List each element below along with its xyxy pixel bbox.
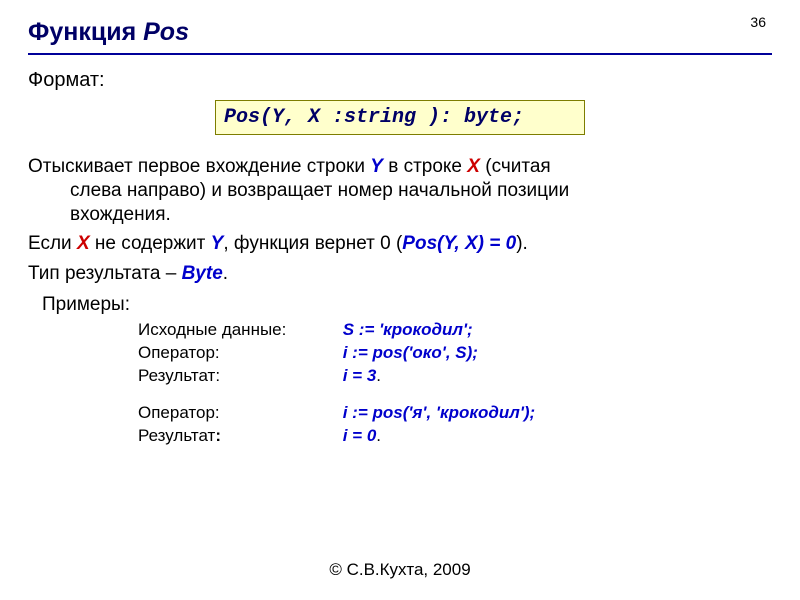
- ex-value: i = 3.: [343, 366, 381, 386]
- ex-value: i := pos('я', 'крокодил');: [343, 403, 535, 423]
- code-signature: Pos(Y, X :string ): byte;: [224, 106, 524, 129]
- title-emph: Pos: [143, 18, 189, 46]
- example-row: Результат: i = 3.: [138, 366, 772, 386]
- type-line: Тип результата – Byte.: [28, 262, 772, 286]
- ex-label: Результат:: [138, 426, 338, 446]
- desc-1a: Отыскивает первое вхождение строки: [28, 156, 370, 177]
- ex-label: Оператор:: [138, 403, 338, 423]
- desc-X: X: [467, 156, 480, 177]
- cond-Y: Y: [211, 233, 224, 254]
- ex-value: S := 'крокодил';: [343, 320, 473, 340]
- type-byte: Byte: [182, 263, 223, 284]
- desc-indent2: вхождения.: [28, 203, 772, 227]
- desc-1c: (считая: [480, 156, 551, 177]
- example-row: Оператор: i := pos('око', S);: [138, 343, 772, 363]
- ex-value: i = 0.: [343, 426, 381, 446]
- ex-label: Результат:: [138, 366, 338, 386]
- cond-a: Если: [28, 233, 77, 254]
- slide-title: Функция Pos: [28, 18, 772, 47]
- title-plain: Функция: [28, 18, 143, 46]
- cond-c: , функция вернет 0 (: [223, 233, 402, 254]
- title-underline: [28, 53, 772, 55]
- description-paragraph: Отыскивает первое вхождение строки Y в с…: [28, 155, 772, 226]
- type-dot: .: [223, 263, 228, 284]
- examples-label: Примеры:: [42, 294, 772, 316]
- format-label: Формат:: [28, 69, 772, 92]
- code-signature-box: Pos(Y, X :string ): byte;: [215, 100, 585, 135]
- desc-indent1: слева направо) и возвращает номер началь…: [28, 179, 772, 203]
- page-number: 36: [750, 14, 766, 30]
- cond-d: ).: [516, 233, 528, 254]
- ex-value: i := pos('око', S);: [343, 343, 478, 363]
- example-row: Результат: i = 0.: [138, 426, 772, 446]
- desc-1b: в строке: [383, 156, 467, 177]
- ex-label: Оператор:: [138, 343, 338, 363]
- condition-line: Если X не содержит Y, функция вернет 0 (…: [28, 232, 772, 256]
- cond-b: не содержит: [90, 233, 211, 254]
- desc-Y: Y: [370, 156, 383, 177]
- footer-copyright: © С.В.Кухта, 2009: [0, 560, 800, 580]
- cond-X: X: [77, 233, 90, 254]
- example-row: Исходные данные: S := 'крокодил';: [138, 320, 772, 340]
- examples-table: Исходные данные: S := 'крокодил'; Операт…: [138, 320, 772, 446]
- example-row: Оператор: i := pos('я', 'крокодил');: [138, 403, 772, 423]
- ex-label: Исходные данные:: [138, 320, 338, 340]
- cond-pos: Pos(Y, X) = 0: [402, 233, 516, 254]
- type-a: Тип результата –: [28, 263, 182, 284]
